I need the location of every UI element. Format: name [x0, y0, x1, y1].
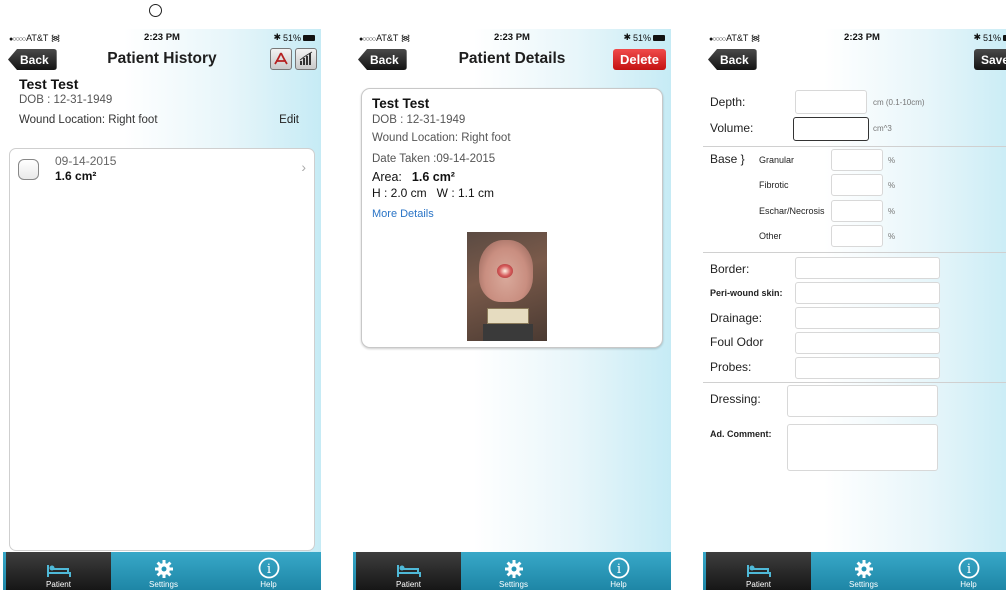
patient-dob: DOB : 12-31-1949: [372, 114, 466, 126]
chart-button[interactable]: [295, 48, 317, 70]
foul-odor-input[interactable]: [795, 332, 940, 354]
history-list: 09-14-2015 1.6 cm² ›: [9, 148, 315, 551]
date-taken: Date Taken :09-14-2015: [372, 153, 496, 165]
border-input[interactable]: [795, 257, 940, 279]
info-icon: i: [958, 557, 979, 579]
phone-patient-details: ●○○○○ AT&T ᯼ 2:23 PM ✱ 51% Back Patient D…: [353, 29, 671, 590]
pdf-export-button[interactable]: [270, 48, 292, 70]
status-bar: ●○○○○ AT&T ᯼ 2:23 PM ✱ 51%: [353, 29, 671, 46]
tab-patient[interactable]: Patient: [6, 552, 111, 590]
volume-input[interactable]: [793, 117, 869, 141]
foul-odor-label: Foul Odor: [710, 335, 764, 349]
border-label: Border:: [710, 262, 750, 276]
probes-label: Probes:: [710, 360, 752, 374]
edit-button[interactable]: Edit: [279, 114, 299, 126]
drainage-input[interactable]: [795, 307, 940, 329]
tab-settings[interactable]: Settings: [111, 552, 216, 590]
chevron-right-icon: ›: [301, 159, 306, 175]
height-width: H : 2.0 cm W : 1.1 cm: [372, 186, 495, 200]
svg-text:i: i: [266, 562, 270, 577]
history-date: 09-14-2015: [55, 154, 117, 168]
back-button[interactable]: Back: [358, 49, 407, 70]
divider: [703, 252, 1006, 253]
back-button[interactable]: Back: [8, 49, 57, 70]
chart-icon: [299, 51, 313, 65]
drainage-label: Drainage:: [710, 311, 763, 325]
bed-icon: [746, 565, 771, 577]
eschar-input[interactable]: [831, 200, 883, 222]
nav-bar: Back Patient Details Delete: [353, 46, 671, 72]
comment-input[interactable]: [787, 424, 938, 471]
periwound-input[interactable]: [795, 282, 940, 304]
screenshot-collage: ●○○○○ AT&T ᯼ 2:23 PM ✱ 51% Back Patient H…: [0, 0, 1006, 590]
nav-bar: Back Patient History: [3, 46, 321, 72]
gear-icon: [504, 560, 523, 578]
save-button[interactable]: Save: [973, 49, 1006, 70]
svg-text:i: i: [966, 562, 970, 577]
area-label: Area:: [372, 170, 402, 184]
status-bar: ●○○○○ AT&T ᯼ 2:23 PM ✱ 51%: [3, 29, 321, 46]
page-title: Patient Details: [458, 50, 566, 67]
granular-input[interactable]: [831, 149, 883, 171]
more-details-link[interactable]: More Details: [372, 208, 652, 220]
comment-label: Ad. Comment:: [710, 429, 772, 439]
depth-input[interactable]: [795, 90, 867, 114]
svg-text:i: i: [616, 562, 620, 577]
patient-name: Test Test: [372, 96, 430, 111]
list-item[interactable]: 09-14-2015 1.6 cm² ›: [10, 149, 314, 183]
delete-button[interactable]: Delete: [612, 49, 666, 70]
patient-name: Test Test: [19, 76, 79, 92]
gear-icon: [854, 560, 873, 578]
depth-label: Depth:: [710, 95, 746, 109]
bed-icon: [396, 565, 421, 577]
tab-settings[interactable]: Settings: [461, 552, 566, 590]
phone-wound-assessment: ●○○○○ AT&T ᯼ 2:23 PM ✱ 51% Back Save Dept…: [703, 29, 1006, 590]
depth-hint: cm (0.1-10cm): [873, 98, 925, 107]
tab-help[interactable]: i Help: [916, 552, 1006, 590]
fibrotic-label: Fibrotic: [759, 180, 789, 190]
other-input[interactable]: [831, 225, 883, 247]
wound-location: Wound Location: Right foot: [19, 114, 158, 126]
status-bar: ●○○○○ AT&T ᯼ 2:23 PM ✱ 51%: [703, 29, 1006, 46]
select-checkbox[interactable]: [18, 159, 39, 180]
info-icon: i: [258, 557, 279, 579]
divider: [703, 382, 1006, 383]
history-area: 1.6 cm²: [55, 169, 97, 183]
gear-icon: [154, 560, 173, 578]
area-value: 1.6 cm²: [411, 170, 455, 184]
back-button[interactable]: Back: [708, 49, 757, 70]
nav-bar: Back Save: [703, 46, 1006, 72]
tab-settings[interactable]: Settings: [811, 552, 916, 590]
volume-label: Volume:: [710, 121, 754, 135]
eschar-label: Eschar/Necrosis: [759, 206, 825, 216]
volume-hint: cm^3: [873, 124, 892, 133]
details-card: Test Test DOB : 12-31-1949 Wound Locatio…: [361, 88, 663, 348]
tab-bar: Patient Settings i Help: [353, 552, 671, 590]
bed-icon: [46, 565, 71, 577]
patient-dob: DOB : 12-31-1949: [19, 94, 113, 106]
page-title: Patient History: [107, 50, 217, 67]
tab-help[interactable]: i Help: [566, 552, 671, 590]
tab-help[interactable]: i Help: [216, 552, 321, 590]
periwound-label: Peri-wound skin:: [710, 288, 783, 298]
tab-patient[interactable]: Patient: [706, 552, 811, 590]
tab-patient[interactable]: Patient: [356, 552, 461, 590]
wound-photo[interactable]: [467, 232, 547, 341]
tab-bar: Patient Settings i Help: [3, 552, 321, 590]
circle-marker: [149, 4, 162, 17]
granular-label: Granular: [759, 155, 795, 165]
pdf-icon: [274, 52, 288, 65]
phone-patient-history: ●○○○○ AT&T ᯼ 2:23 PM ✱ 51% Back Patient H…: [3, 29, 321, 590]
fibrotic-input[interactable]: [831, 174, 883, 196]
tab-bar: Patient Settings i Help: [703, 552, 1006, 590]
base-label: Base }: [710, 152, 745, 166]
patient-header: Test Test DOB : 12-31-1949 Wound Locatio…: [3, 72, 321, 126]
divider: [703, 146, 1006, 147]
other-label: Other: [759, 231, 782, 241]
info-icon: i: [608, 557, 629, 579]
dressing-input[interactable]: [787, 385, 938, 417]
dressing-label: Dressing:: [710, 392, 761, 406]
wound-location: Wound Location: Right foot: [372, 132, 511, 144]
probes-input[interactable]: [795, 357, 940, 379]
